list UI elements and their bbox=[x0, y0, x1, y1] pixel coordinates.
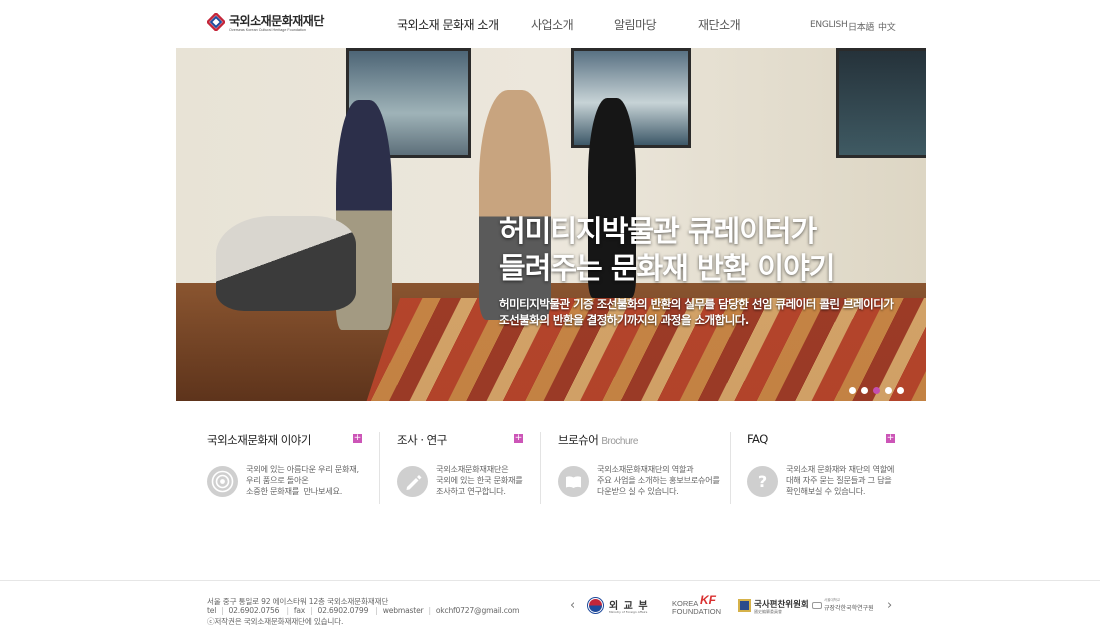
footer-email-link[interactable]: okchf0727@gmail.com bbox=[436, 606, 520, 615]
hero-title-line: 들려주는 문화재 반환 이야기 bbox=[499, 251, 835, 285]
nav-item-heritage-intro[interactable]: 국외소재 문화재 소개 bbox=[397, 16, 499, 33]
feature-description: 국외소재문화재재단의 역할과 주요 사업을 소개하는 홍보브로슈어를 다운받으 … bbox=[597, 464, 720, 496]
hero-photo-person bbox=[216, 216, 356, 311]
partner-next-arrow-icon[interactable]: › bbox=[887, 598, 892, 613]
divider bbox=[730, 432, 731, 504]
slide-dot[interactable] bbox=[885, 387, 892, 394]
site-logo[interactable]: 국외소재문화재재단 Overseas Korean Cultural Herit… bbox=[207, 12, 332, 36]
feature-title[interactable]: 국외소재문화재 이야기 bbox=[207, 432, 311, 448]
svg-text:?: ? bbox=[758, 472, 767, 491]
mofa-logo-icon bbox=[587, 597, 604, 614]
logo-text: 국외소재문화재재단 bbox=[229, 14, 324, 28]
nav-item-business[interactable]: 사업소개 bbox=[531, 16, 574, 33]
lang-japanese[interactable]: 日本語 bbox=[848, 20, 874, 33]
hero-subtitle-line: 조선불화의 반환을 결정하기까지의 과정을 소개합니다. bbox=[499, 313, 749, 327]
target-icon bbox=[207, 466, 238, 497]
hero-title: 허미티지박물관 큐레이터가 들려주는 문화재 반환 이야기 bbox=[499, 213, 835, 287]
slide-dot-active[interactable] bbox=[873, 387, 880, 394]
hero-title-line: 허미티지박물관 큐레이터가 bbox=[499, 214, 817, 248]
feature-research: 조사 · 연구 + 국외소재문화재재단은 국외에 있는 한국 문화재를 조사하고… bbox=[397, 420, 577, 510]
hero-subtitle: 허미티지박물관 기증 조선불화의 반환의 실무를 담당한 선임 큐레이터 콜린 … bbox=[499, 296, 894, 328]
feature-heritage-story: 국외소재문화재 이야기 + 국외에 있는 아름다운 우리 문화재, 우리 품으로… bbox=[207, 420, 387, 510]
nav-item-foundation[interactable]: 재단소개 bbox=[698, 16, 741, 33]
divider bbox=[540, 432, 541, 504]
book-icon bbox=[558, 466, 589, 497]
kyujanggak-logo-icon bbox=[812, 602, 822, 609]
partner-prev-arrow-icon[interactable]: ‹ bbox=[570, 598, 575, 613]
feature-title[interactable]: FAQ bbox=[747, 432, 768, 446]
logo-icon bbox=[207, 13, 225, 31]
pencil-icon bbox=[397, 466, 428, 497]
nav-item-notice[interactable]: 알림마당 bbox=[614, 16, 657, 33]
footer-contact: tel | 02.6902.0756 | fax | 02.6902.0799 | webm… bbox=[207, 606, 520, 615]
hero-banner[interactable]: 허미티지박물관 큐레이터가 들려주는 문화재 반환 이야기 허미티지박물관 기증… bbox=[176, 48, 926, 401]
more-plus-icon[interactable]: + bbox=[886, 434, 895, 443]
lang-chinese[interactable]: 中文 bbox=[878, 20, 896, 33]
more-plus-icon[interactable]: + bbox=[353, 434, 362, 443]
feature-title[interactable]: 브로슈어 Brochure bbox=[558, 432, 638, 448]
feature-brochure: 브로슈어 Brochure 국외소재문화재재단의 역할과 주요 사업을 소개하는 … bbox=[558, 420, 738, 510]
lang-english[interactable]: ENGLISH bbox=[810, 20, 848, 30]
feature-description: 국외에 있는 아름다운 우리 문화재, 우리 품으로 돌아온 소중한 문화재를 … bbox=[246, 464, 359, 496]
slide-dot[interactable] bbox=[849, 387, 856, 394]
feature-description: 국외소재 문화재와 재단의 역할에 대해 자주 묻는 질문들과 그 답을 확인해… bbox=[786, 464, 895, 496]
nihc-logo-icon bbox=[738, 599, 751, 612]
hero-photo-painting bbox=[836, 48, 926, 158]
feature-faq: FAQ + ? 국외소재 문화재와 재단의 역할에 대해 자주 묻는 질문들과 … bbox=[747, 420, 927, 510]
slide-dot[interactable] bbox=[861, 387, 868, 394]
more-plus-icon[interactable]: + bbox=[514, 434, 523, 443]
footer-copyright: ⓒ저작권은 국외소재문화재재단에 있습니다. bbox=[207, 617, 344, 626]
logo-subtext: Overseas Korean Cultural Heritage Founda… bbox=[229, 28, 306, 32]
feature-description: 국외소재문화재재단은 국외에 있는 한국 문화재를 조사하고 연구합니다. bbox=[436, 464, 523, 496]
footer-divider bbox=[0, 580, 1100, 581]
hero-subtitle-line: 허미티지박물관 기증 조선불화의 반환의 실무를 담당한 선임 큐레이터 콜린 … bbox=[499, 297, 894, 311]
question-icon: ? bbox=[747, 466, 778, 497]
divider bbox=[379, 432, 380, 504]
slide-dot[interactable] bbox=[897, 387, 904, 394]
feature-title[interactable]: 조사 · 연구 bbox=[397, 432, 447, 448]
